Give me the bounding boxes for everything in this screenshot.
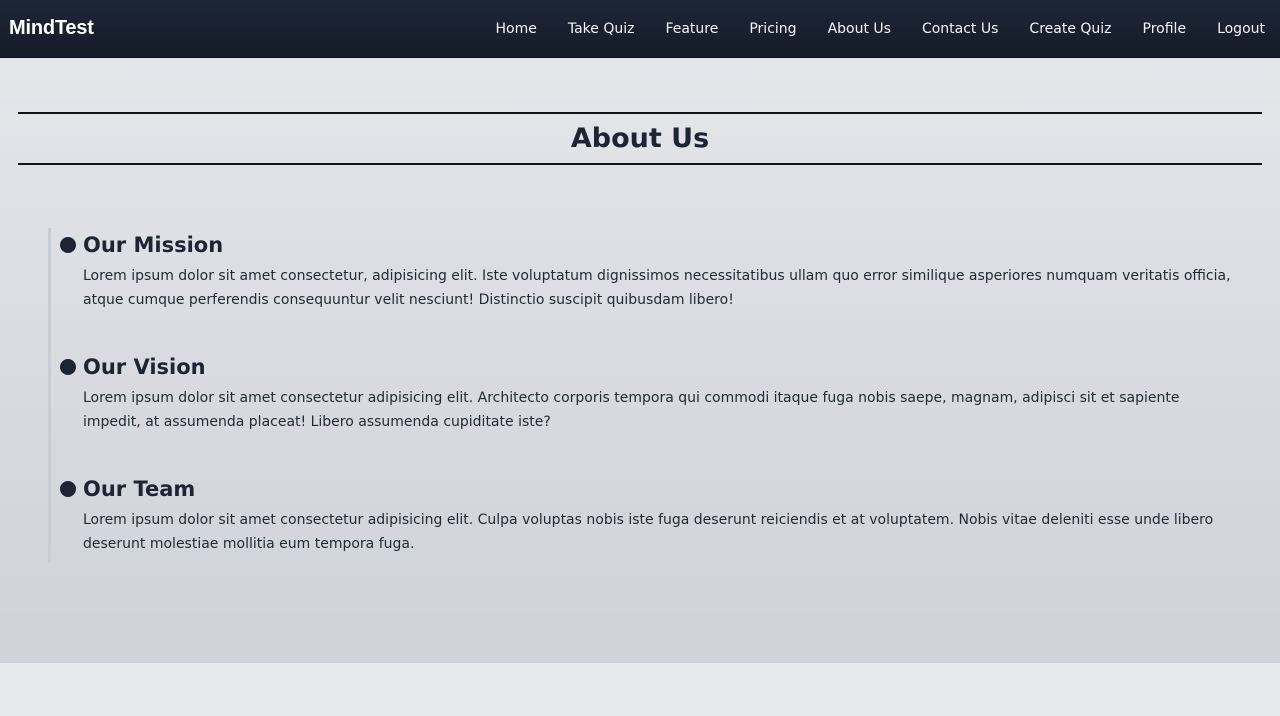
section-team: Our Team Lorem ipsum dolor sit amet cons… <box>51 472 1248 556</box>
brand-logo[interactable]: MindTest <box>9 17 94 40</box>
page-title: About Us <box>570 123 710 154</box>
nav-link-about-us[interactable]: About Us <box>828 21 891 37</box>
nav-link-feature[interactable]: Feature <box>665 21 718 37</box>
section-mission: Our Mission Lorem ipsum dolor sit amet c… <box>51 228 1248 312</box>
section-title-team: Our Team <box>83 477 196 501</box>
nav-link-home[interactable]: Home <box>495 21 536 37</box>
nav-link-pricing[interactable]: Pricing <box>749 21 796 37</box>
footer-strip <box>0 663 1280 716</box>
section-body-team: Lorem ipsum dolor sit amet consectetur a… <box>83 512 1214 552</box>
section-body-mission: Lorem ipsum dolor sit amet consectetur, … <box>83 268 1231 308</box>
nav-link-logout[interactable]: Logout <box>1217 21 1265 37</box>
section-vision: Our Vision Lorem ipsum dolor sit amet co… <box>51 350 1248 434</box>
section-body-vision: Lorem ipsum dolor sit amet consectetur a… <box>83 390 1180 430</box>
page-title-banner: About Us <box>18 112 1262 165</box>
about-main: About Us Our Mission Lorem ipsum dolor s… <box>0 58 1280 663</box>
nav-links: Home Take Quiz Feature Pricing About Us … <box>495 21 1265 37</box>
top-navbar: MindTest Home Take Quiz Feature Pricing … <box>0 0 1280 58</box>
bullet-icon <box>60 237 76 253</box>
nav-link-take-quiz[interactable]: Take Quiz <box>568 21 635 37</box>
section-title-mission: Our Mission <box>83 233 224 257</box>
about-timeline: Our Mission Lorem ipsum dolor sit amet c… <box>48 228 1248 563</box>
nav-link-contact-us[interactable]: Contact Us <box>922 21 998 37</box>
bullet-icon <box>60 359 76 375</box>
nav-link-profile[interactable]: Profile <box>1143 21 1187 37</box>
section-title-vision: Our Vision <box>83 355 206 379</box>
nav-link-create-quiz[interactable]: Create Quiz <box>1029 21 1111 37</box>
bullet-icon <box>60 481 76 497</box>
